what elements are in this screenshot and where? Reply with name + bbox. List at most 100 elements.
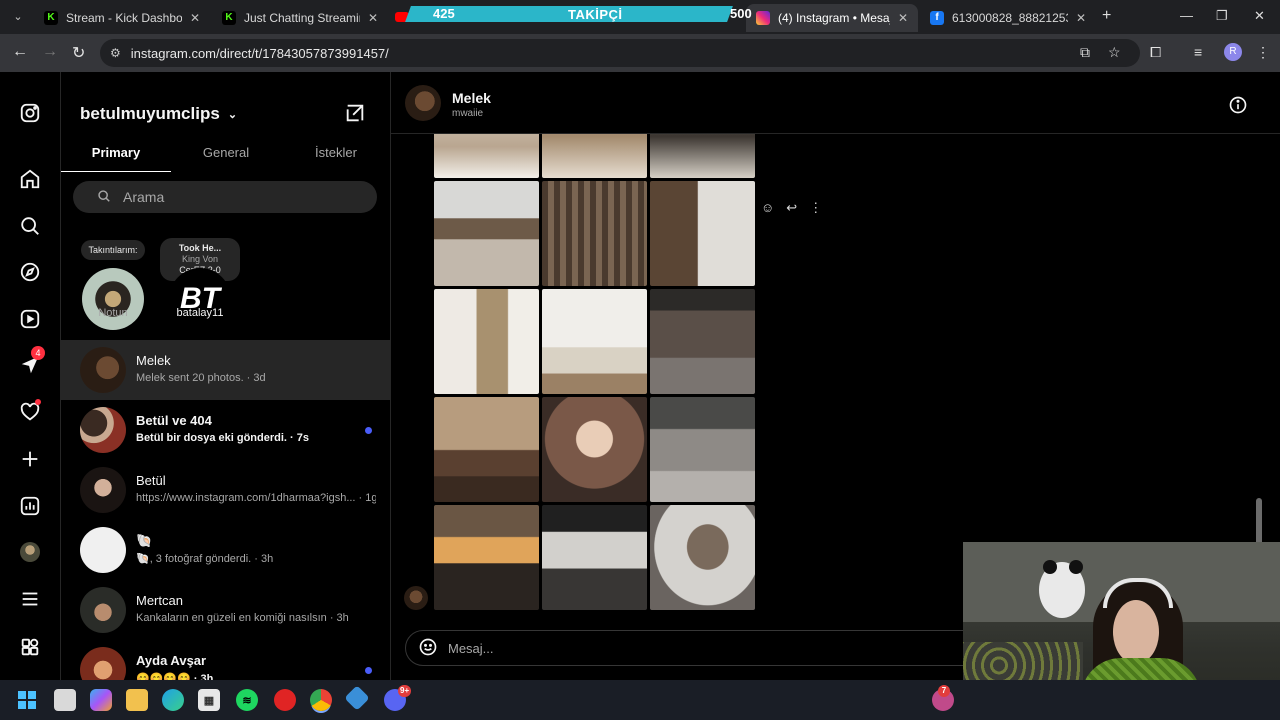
close-icon[interactable]: ✕ [368,11,378,25]
thread-item[interactable]: Mertcan Kankaların en güzeli en komiği n… [61,580,390,640]
site-settings-icon[interactable]: ⚙ [110,46,121,60]
thread-item[interactable]: 🐚 🐚, 3 fotoğraf gönderdi. · 3h [61,520,390,580]
thread-item[interactable]: Melek Melek sent 20 photos. · 3d [61,340,390,400]
search-input[interactable]: Arama [73,181,377,213]
url-text: instagram.com/direct/t/17843057873991457… [130,45,389,61]
thread-preview: Melek sent 20 photos. · 3d [136,372,266,384]
photo-thumbnail[interactable] [542,289,647,394]
forward-arrow-icon[interactable]: → [42,43,58,61]
close-icon[interactable]: ✕ [898,11,908,25]
app-icon[interactable] [274,689,296,711]
window-close-icon[interactable]: ✕ [1254,8,1265,24]
reply-arrow-icon[interactable]: ↩ [786,200,797,216]
notifications-heart-icon[interactable] [19,399,41,423]
tab-search-chevron-icon[interactable]: ⌄ [8,7,28,27]
tab-instagram-messages[interactable]: (4) Instagram • Mesajlar ✕ [746,4,918,32]
address-bar[interactable]: ⚙ instagram.com/direct/t/178430578739914… [100,39,1140,67]
thread-avatar [80,647,126,680]
file-explorer-icon[interactable] [126,689,148,711]
photo-thumbnail[interactable] [434,134,539,178]
thread-avatar [80,347,126,393]
photo-thumbnail[interactable] [434,181,539,286]
explore-compass-icon[interactable] [19,261,41,283]
install-app-icon[interactable]: ⧉ [1080,44,1090,61]
media-controls-icon[interactable]: ≡ [1194,44,1202,60]
close-icon[interactable]: ✕ [190,11,200,25]
thread-item[interactable]: Betül ve 404 Betül bir dosya eki gönderd… [61,400,390,460]
photo-thumbnail[interactable] [542,134,647,178]
photo-thumbnail[interactable] [434,397,539,502]
tab-requests[interactable]: İstekler [281,140,390,172]
panda-ear [1069,560,1083,574]
note-bubble-own[interactable]: Takıntılarım: [81,240,145,260]
restore-icon[interactable]: ❐ [1216,8,1228,24]
new-tab-button[interactable]: + [1102,7,1111,25]
new-message-icon[interactable] [344,102,366,129]
photo-thumbnail[interactable] [434,505,539,610]
chrome-icon[interactable] [310,689,332,711]
tab-kick-dashboard[interactable]: K Stream - Kick Dashboard ✕ [34,4,210,32]
account-name: betulmuyumclips [80,104,220,123]
account-switcher[interactable]: betulmuyumclips ⌄ [80,104,237,124]
photo-thumbnail[interactable] [650,134,755,178]
edge-icon[interactable] [162,689,184,711]
instagram-logo-icon[interactable] [19,102,41,124]
thread-item[interactable]: Betül https://www.instagram.com/1dharmaa… [61,460,390,520]
extensions-icon[interactable]: ⧠ [1150,44,1161,61]
discord-icon[interactable]: 9+ [384,685,412,711]
app-icon[interactable] [344,685,370,711]
profile-avatar-icon[interactable] [19,541,41,563]
reels-icon[interactable] [19,308,41,330]
tab-kick-just-chatting[interactable]: K Just Chatting Streaming - K ✕ [212,4,388,32]
more-options-icon[interactable]: ⋮ [809,200,822,216]
thread-name: Mertcan [136,593,183,608]
task-view-icon[interactable] [54,689,76,711]
photo-thumbnail[interactable] [542,181,647,286]
browser-menu-icon[interactable]: ⋮ [1256,44,1270,61]
photo-thumbnail[interactable] [650,397,755,502]
spotify-icon[interactable]: ≋ [236,689,258,711]
note-avatar-batalay[interactable]: BT [169,268,231,330]
home-icon[interactable] [19,168,41,190]
back-arrow-icon[interactable]: ← [12,43,28,61]
photo-thumbnail[interactable] [542,505,647,610]
store-icon[interactable]: ▦ [198,689,220,711]
thread-preview: 🐚, 3 fotoğraf gönderdi. · 3h [136,553,274,565]
react-emoji-icon[interactable]: ☺ [761,200,774,216]
tab-general[interactable]: General [171,140,281,172]
photo-thumbnail[interactable] [650,181,755,286]
note-avatar-own[interactable] [82,268,144,330]
more-menu-icon[interactable] [19,588,41,610]
panda-ear [1043,560,1057,574]
also-from-meta-icon[interactable] [19,636,41,658]
windows-start-icon[interactable] [16,689,38,711]
reload-icon[interactable]: ↻ [72,43,85,63]
photo-grid [434,134,756,610]
photo-thumbnail[interactable] [542,397,647,502]
chevron-down-icon: ⌄ [227,108,238,121]
emoji-picker-icon[interactable] [418,637,438,660]
thread-avatar [80,587,126,633]
conversation-info-icon[interactable] [1228,95,1248,120]
tab-facebook-image[interactable]: f 613000828_888212537458 ✕ [920,4,1096,32]
inbox-panel: betulmuyumclips ⌄ Primary General İstekl… [61,72,391,680]
photo-thumbnail[interactable] [650,289,755,394]
create-plus-icon[interactable] [19,448,41,470]
photo-thumbnail[interactable] [434,289,539,394]
photo-thumbnail[interactable] [650,505,755,610]
close-icon[interactable]: ✕ [1076,11,1086,25]
messages-icon[interactable]: 4 [19,346,45,376]
minimize-icon[interactable]: — [1180,8,1193,23]
thread-item[interactable]: Ayda Avşar 😊😊😊😊 · 3h [61,640,390,680]
copilot-icon[interactable] [90,689,112,711]
facebook-icon: f [930,11,944,25]
tray-notification-icon[interactable]: 7 [932,685,954,711]
chat-avatar[interactable] [405,85,441,121]
bookmark-star-icon[interactable]: ☆ [1108,44,1121,61]
dashboard-chart-icon[interactable] [19,495,41,517]
windows-taskbar: ▦ ≋ 9+ 7 [0,680,1280,720]
profile-avatar[interactable]: R [1224,43,1242,61]
search-icon[interactable] [19,215,41,237]
chat-name[interactable]: Melek [452,90,491,106]
tab-primary[interactable]: Primary [61,140,171,172]
